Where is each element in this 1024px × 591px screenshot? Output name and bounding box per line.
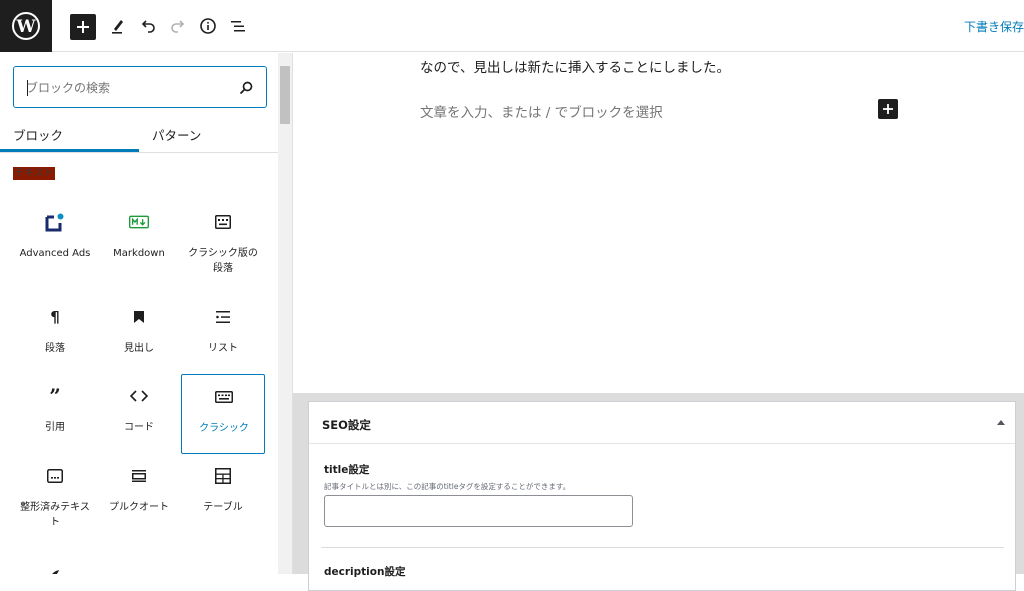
block-classic-paragraph[interactable]: クラシック版の段落	[181, 200, 265, 280]
inline-add-block-button[interactable]	[878, 99, 898, 119]
list-icon	[213, 307, 233, 327]
active-tab-indicator	[0, 149, 139, 152]
advanced-ads-icon	[45, 212, 65, 232]
classic-paragraph-icon	[213, 212, 233, 232]
title-setting-input[interactable]	[324, 495, 633, 527]
info-icon	[200, 18, 216, 34]
block-label: リスト	[208, 343, 238, 354]
plus-icon	[883, 104, 893, 114]
pencil-icon	[112, 20, 123, 34]
block-label: テーブル	[203, 502, 243, 513]
wordpress-logo-button[interactable]: W	[0, 0, 52, 52]
block-label: 整形済みテキスト	[20, 502, 90, 528]
editor-header: W 下書き保存	[0, 0, 1024, 52]
description-setting-label: decription設定	[324, 566, 406, 578]
undo-icon	[141, 20, 155, 33]
preformatted-icon	[45, 466, 65, 486]
block-label: プルクオート	[109, 502, 169, 513]
pullquote-icon	[129, 466, 149, 486]
block-code[interactable]: コード	[97, 374, 181, 454]
scrollbar-thumb[interactable]	[280, 66, 290, 124]
block-inserter-panel: ブロック パターン テキスト Advanced Ads Markdown	[0, 53, 293, 574]
divider	[321, 547, 1004, 548]
inserter-scrollbar[interactable]	[278, 53, 292, 574]
block-label: クラシック	[199, 423, 249, 434]
block-label: 見出し	[124, 343, 154, 354]
list-view-button[interactable]	[224, 12, 252, 40]
feather-icon	[47, 565, 61, 574]
editor-canvas: なので、見出しは新たに挿入することにしました。 文章を入力、または / でブロッ…	[293, 53, 1024, 393]
category-heading-text: テキスト	[13, 167, 55, 180]
block-markdown[interactable]: Markdown	[97, 200, 181, 280]
wordpress-icon: W	[12, 12, 40, 40]
redo-icon	[171, 20, 185, 33]
block-search-input[interactable]	[26, 78, 226, 98]
block-list[interactable]: リスト	[181, 295, 265, 375]
block-label: 引用	[45, 422, 65, 433]
title-setting-description: 記事タイトルとは別に、この記事のtitleタグを設定することができます。	[324, 482, 571, 491]
paragraph-icon: ¶	[50, 308, 60, 326]
keyboard-icon	[214, 387, 234, 407]
block-advanced-ads[interactable]: Advanced Ads	[13, 200, 97, 280]
paragraph-block[interactable]: なので、見出しは新たに挿入することにしました。	[420, 56, 730, 76]
block-label: Advanced Ads	[19, 248, 91, 259]
block-heading[interactable]: 見出し	[97, 295, 181, 375]
svg-text:W: W	[15, 17, 36, 37]
heading-bookmark-icon	[129, 307, 149, 327]
block-pullquote[interactable]: プルクオート	[97, 454, 181, 534]
block-preformatted[interactable]: 整形済みテキスト	[13, 454, 97, 534]
search-icon[interactable]	[238, 80, 254, 96]
block-table[interactable]: テーブル	[181, 454, 265, 534]
tab-blocks[interactable]: ブロック	[13, 117, 63, 153]
block-paragraph[interactable]: ¶ 段落	[13, 295, 97, 375]
inserter-tabs: ブロック パターン	[0, 117, 278, 153]
tools-button[interactable]	[104, 12, 132, 40]
block-label: コード	[124, 422, 154, 433]
block-label: クラシック版の段落	[188, 248, 258, 274]
block-label: Markdown	[113, 248, 165, 259]
block-quote[interactable]: ” 引用	[13, 374, 97, 454]
seo-settings-title: SEO設定	[322, 418, 371, 432]
markdown-icon	[129, 212, 149, 232]
block-search-box[interactable]	[13, 66, 267, 108]
title-setting-label: title設定	[324, 464, 370, 476]
plus-icon	[77, 21, 89, 33]
block-inserter-toggle-button[interactable]	[70, 14, 96, 40]
quote-icon: ”	[49, 384, 61, 408]
redo-button[interactable]	[164, 12, 192, 40]
meta-boxes-area: SEO設定 title設定 記事タイトルとは別に、この記事のtitleタグを設定…	[293, 393, 1024, 591]
caret-up-icon[interactable]	[996, 418, 1006, 426]
list-view-icon	[231, 21, 245, 32]
tab-patterns[interactable]: パターン	[152, 117, 201, 153]
seo-settings-box: SEO設定 title設定 記事タイトルとは別に、この記事のtitleタグを設定…	[308, 401, 1016, 591]
table-icon	[213, 466, 233, 486]
details-button[interactable]	[194, 12, 222, 40]
save-draft-button[interactable]: 下書き保存	[964, 18, 1024, 35]
empty-block-placeholder[interactable]: 文章を入力、または / でブロックを選択	[420, 101, 663, 121]
block-label: 段落	[45, 343, 65, 354]
seo-settings-header[interactable]: SEO設定	[309, 402, 1015, 444]
block-classic[interactable]: クラシック	[181, 374, 265, 454]
undo-button[interactable]	[134, 12, 162, 40]
code-icon	[129, 386, 149, 406]
